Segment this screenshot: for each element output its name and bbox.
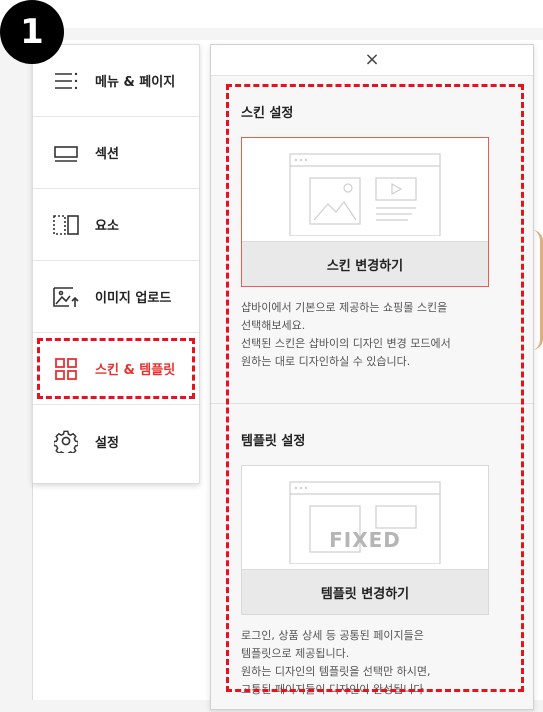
image-upload-icon — [53, 284, 79, 310]
panel-body: 스킨 설정 스킨 변경하기 샵바이에서 기본으로 제공하는 쇼핑몰 스킨을 선택… — [211, 76, 533, 709]
desc-line: 고통된 페이지들이 디자인이 완성됩니다 — [241, 683, 424, 696]
menu-item-label: 섹션 — [95, 147, 119, 162]
menu-item-label: 스킨 & 템플릿 — [95, 363, 176, 378]
menu-item-label: 설정 — [95, 435, 119, 451]
menu-item-image-upload[interactable]: 이미지 업로드 — [33, 261, 199, 333]
menu-lines-icon — [53, 68, 79, 94]
desc-line: 선택해보세요. — [241, 319, 306, 332]
desc-line: 로그인, 상품 상세 등 공통된 페이지들은 — [241, 629, 424, 642]
section-divider — [211, 403, 533, 404]
desc-line: 원하는 디자인의 템플릿을 선택만 하시면, — [241, 665, 431, 678]
template-change-button[interactable]: 템플릿 변경하기 — [242, 569, 488, 614]
desc-line: 원하는 대로 디자인하실 수 있습니다. — [241, 355, 411, 368]
skin-change-button[interactable]: 스킨 변경하기 — [242, 241, 488, 286]
template-description: 로그인, 상품 상세 등 공통된 페이지들은 템플릿으로 제공됩니다. 원하는 … — [241, 627, 503, 699]
menu-item-menu-page[interactable]: 메뉴 & 페이지 — [33, 45, 199, 117]
template-change-card[interactable]: FIXED 템플릿 변경하기 — [241, 465, 489, 615]
desc-line: 샵바이에서 기본으로 제공하는 쇼핑몰 스킨을 — [241, 301, 448, 314]
menu-item-element[interactable]: 요소 — [33, 189, 199, 261]
skin-change-card[interactable]: 스킨 변경하기 — [241, 137, 489, 287]
grid-icon — [53, 356, 79, 382]
skin-section-title: 스킨 설정 — [241, 106, 294, 121]
template-section-title: 템플릿 설정 — [241, 434, 306, 449]
skin-illustration-icon — [242, 138, 488, 244]
section-icon — [53, 140, 79, 166]
skin-template-panel: × 스킨 설정 스킨 변경하기 샵바이에서 기본으로 제공하는 쇼핑몰 스킨을 … — [210, 44, 534, 710]
panel-header: × — [211, 45, 533, 76]
menu-item-settings[interactable]: 설정 — [33, 405, 199, 477]
step-badge: 1 — [0, 0, 64, 64]
fixed-overlay-text: FIXED — [329, 528, 401, 552]
element-icon — [53, 212, 79, 238]
close-icon[interactable]: × — [364, 51, 379, 69]
menu-item-section[interactable]: 섹션 — [33, 117, 199, 189]
editor-side-menu: 메뉴 & 페이지 섹션 요소 이미지 업로드 스킨 & 템플릿 설정 — [32, 44, 200, 484]
desc-line: 선택된 스킨은 샵바이의 디자인 변경 모드에서 — [241, 337, 451, 350]
gear-icon — [53, 428, 79, 454]
menu-item-label: 메뉴 & 페이지 — [95, 75, 176, 90]
menu-item-label: 요소 — [95, 219, 119, 234]
menu-item-skin-template[interactable]: 스킨 & 템플릿 — [33, 333, 199, 405]
skin-description: 샵바이에서 기본으로 제공하는 쇼핑몰 스킨을 선택해보세요. 선택된 스킨은 … — [241, 299, 503, 371]
template-illustration-icon — [242, 466, 488, 572]
desc-line: 템플릿으로 제공됩니다. — [241, 647, 350, 660]
skin-section: 스킨 설정 스킨 변경하기 샵바이에서 기본으로 제공하는 쇼핑몰 스킨을 선택… — [211, 102, 533, 371]
template-section: 템플릿 설정 FIXED 템플릿 변경하기 로그인, 상품 상세 등 공통된 페… — [211, 430, 533, 699]
menu-item-label: 이미지 업로드 — [95, 291, 172, 306]
